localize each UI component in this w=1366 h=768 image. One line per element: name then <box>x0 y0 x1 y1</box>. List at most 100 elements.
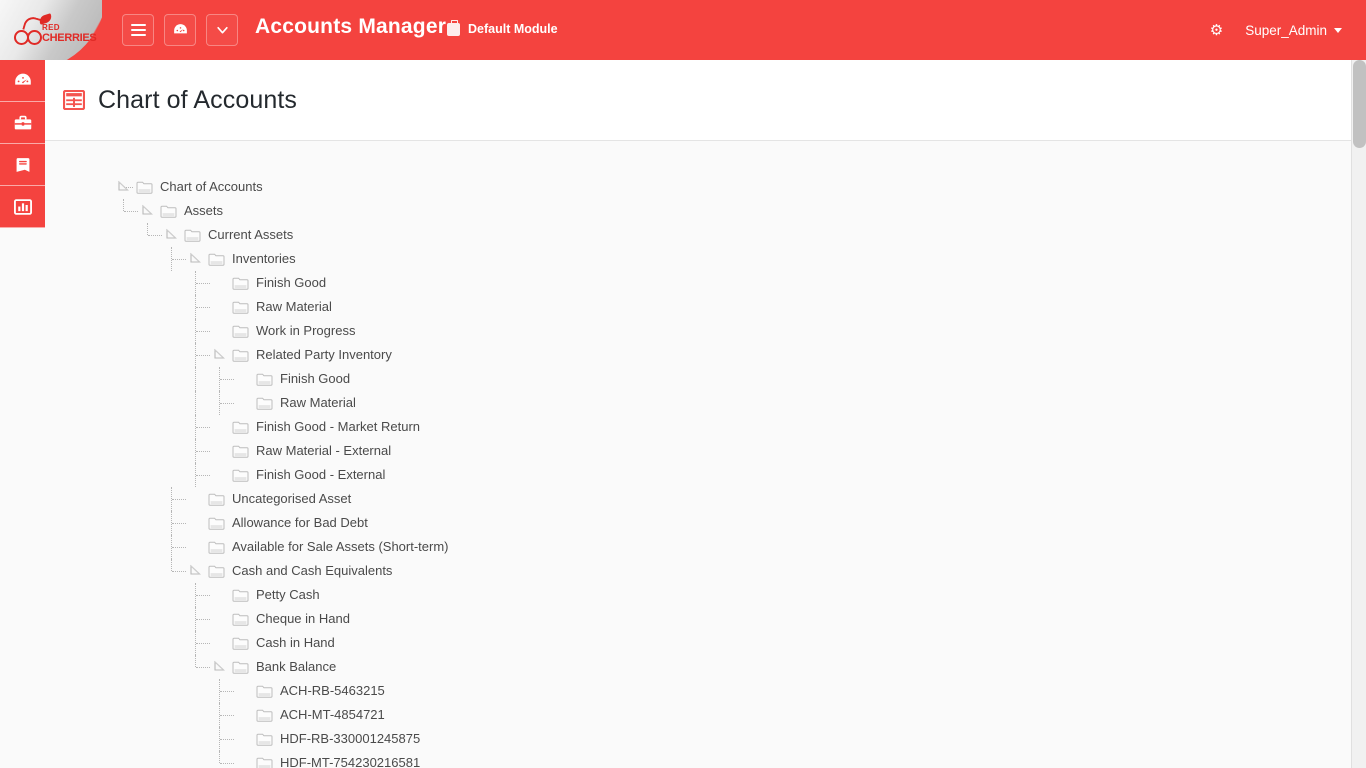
tree-node-item[interactable]: Raw Material - External <box>232 439 391 463</box>
tree-node-label: Petty Cash <box>256 587 320 602</box>
folder-icon <box>208 252 225 266</box>
tree-node-item[interactable]: Raw Material <box>256 391 356 415</box>
tree-elbow-line <box>196 283 210 284</box>
tree-node: ACH-RB-5463215 <box>45 679 1351 703</box>
tree-elbow-line <box>220 379 234 380</box>
tree-node-item[interactable]: Current Assets <box>184 223 293 247</box>
tree-elbow-line <box>196 427 210 428</box>
sidebar-item-journal[interactable] <box>0 144 45 186</box>
folder-icon <box>232 420 249 434</box>
tree-node-item[interactable]: ACH-RB-5463215 <box>256 679 385 703</box>
chevron-down-icon <box>216 26 228 33</box>
tree-guide-line <box>195 463 196 475</box>
tree-node: Finish Good - External <box>45 463 1351 487</box>
tree-elbow-line <box>196 595 210 596</box>
folder-icon <box>256 684 273 698</box>
folder-icon <box>208 492 225 506</box>
tree-node-label: Raw Material - External <box>256 443 392 458</box>
module-indicator[interactable]: Default Module <box>447 20 558 36</box>
tree-node-item[interactable]: Work in Progress <box>232 319 355 343</box>
tree-node-item[interactable]: ACH-MT-4854721 <box>256 703 385 727</box>
tree-elbow-line <box>196 451 210 452</box>
tree-node-item[interactable]: Chart of Accounts <box>136 175 263 199</box>
tree-node-item[interactable]: Finish Good - Market Return <box>232 415 420 439</box>
app-logo[interactable]: RED CHERRIES <box>0 0 102 60</box>
tree-node-label: Allowance for Bad Debt <box>232 515 368 530</box>
tree-node-item[interactable]: Finish Good <box>256 367 350 391</box>
more-options-button[interactable] <box>206 14 238 46</box>
tree-elbow-line <box>148 235 162 236</box>
tree-node: Cash in Hand <box>45 631 1351 655</box>
cherry-fruit-icon <box>27 30 42 45</box>
sidebar-empty-area <box>0 228 45 768</box>
tree-node-label: Work in Progress <box>256 323 356 338</box>
tree-node-label: Finish Good <box>256 275 327 290</box>
logo-mark: RED CHERRIES <box>8 13 102 53</box>
user-menu[interactable]: Super_Admin <box>1245 23 1342 38</box>
tree-node-item[interactable]: Cash and Cash Equivalents <box>208 559 392 583</box>
tree-node-item[interactable]: Finish Good <box>232 271 326 295</box>
tree-node-label: Finish Good - Market Return <box>256 419 421 434</box>
vertical-scrollbar[interactable] <box>1351 60 1366 768</box>
tree-elbow-line <box>220 763 234 764</box>
tree-node-item[interactable]: Uncategorised Asset <box>208 487 351 511</box>
menu-toggle-button[interactable] <box>122 14 154 46</box>
vertical-scrollbar-thumb[interactable] <box>1353 60 1366 148</box>
tree-elbow-line <box>196 619 210 620</box>
collapse-node-icon[interactable] <box>165 228 178 241</box>
bar-chart-icon <box>13 198 32 215</box>
tree-node-item[interactable]: Cheque in Hand <box>232 607 350 631</box>
folder-icon <box>232 612 249 626</box>
folder-icon <box>232 300 249 314</box>
tree-node: Work in Progress <box>45 319 1351 343</box>
tree-node-item[interactable]: Inventories <box>208 247 296 271</box>
tree-node: Inventories <box>45 247 1351 271</box>
tree-node-label: Chart of Accounts <box>160 179 263 194</box>
chart-of-accounts-panel: Chart of Accounts Assets Current Assets Inv… <box>45 141 1351 768</box>
tree-node-item[interactable]: Finish Good - External <box>232 463 385 487</box>
tree-node: Cheque in Hand <box>45 607 1351 631</box>
tree-node: Finish Good <box>45 271 1351 295</box>
sidebar-item-toolbox[interactable] <box>0 102 45 144</box>
sidebar-item-dashboard[interactable] <box>0 60 45 102</box>
collapse-node-icon[interactable] <box>189 252 202 265</box>
tree-node-label: Current Assets <box>208 227 294 242</box>
tree-guide-line <box>219 751 220 763</box>
tree-node-label: Uncategorised Asset <box>232 491 352 506</box>
tree-elbow-line <box>196 355 210 356</box>
tree-node-item[interactable]: Allowance for Bad Debt <box>208 511 368 535</box>
collapse-node-icon[interactable] <box>213 660 226 673</box>
book-icon <box>16 157 29 172</box>
folder-icon <box>232 468 249 482</box>
sidebar-item-reports[interactable] <box>0 186 45 228</box>
collapse-node-icon[interactable] <box>141 204 154 217</box>
tree-node: Finish Good <box>45 367 1351 391</box>
tree-elbow-line <box>220 691 234 692</box>
tree-node-item[interactable]: Assets <box>160 199 223 223</box>
user-name-label: Super_Admin <box>1245 22 1327 38</box>
tree-node-item[interactable]: HDF-MT-754230216581 <box>256 751 420 768</box>
tree-node: Uncategorised Asset <box>45 487 1351 511</box>
gear-icon[interactable]: ⚙ <box>1210 23 1223 38</box>
tree-node-label: Cash in Hand <box>256 635 335 650</box>
tree-guide-line <box>147 223 148 235</box>
tree-node-item[interactable]: Available for Sale Assets (Short-term) <box>208 535 449 559</box>
collapse-node-icon[interactable] <box>117 180 130 193</box>
folder-icon <box>208 516 225 530</box>
tree-node: Bank Balance <box>45 655 1351 679</box>
tree-node-item[interactable]: Raw Material <box>232 295 332 319</box>
tree-node-item[interactable]: Bank Balance <box>232 655 336 679</box>
tree-node-item[interactable]: HDF-RB-330001245875 <box>256 727 420 751</box>
collapse-node-icon[interactable] <box>213 348 226 361</box>
collapse-node-icon[interactable] <box>189 564 202 577</box>
briefcase-icon <box>447 20 460 36</box>
tree-node-item[interactable]: Petty Cash <box>232 583 320 607</box>
tree-node-label: Finish Good - External <box>256 467 386 482</box>
dashboard-button[interactable] <box>164 14 196 46</box>
tree-node-item[interactable]: Related Party Inventory <box>232 343 392 367</box>
folder-icon <box>256 756 273 768</box>
tree-node-item[interactable]: Cash in Hand <box>232 631 335 655</box>
tree-node: HDF-MT-754230216581 <box>45 751 1351 768</box>
tree-node-label: Cash and Cash Equivalents <box>232 563 393 578</box>
tree-node: Allowance for Bad Debt <box>45 511 1351 535</box>
